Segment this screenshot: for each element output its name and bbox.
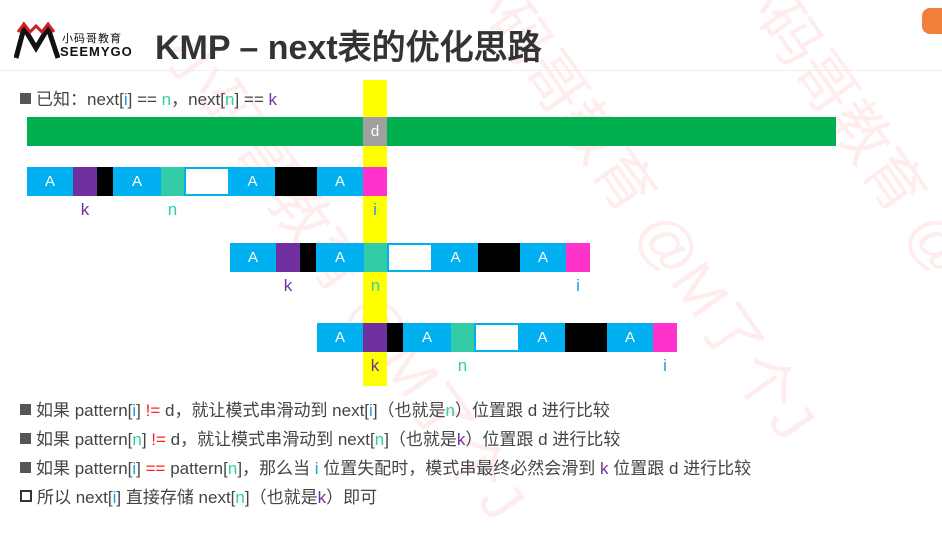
pattern-cell-A: A — [317, 167, 363, 196]
text: ]（也就是 — [372, 401, 446, 420]
pattern-cell-white — [474, 323, 520, 352]
text: ]，那么当 — [237, 459, 315, 478]
text: ] 直接存储 next[ — [116, 488, 236, 507]
label-n: n — [167, 200, 178, 219]
pattern-cell-white — [387, 243, 433, 272]
text: d，就让模式串滑动到 next[ — [160, 401, 370, 420]
pattern-cell-pink — [653, 323, 677, 352]
label-n: n — [457, 356, 468, 375]
text: ] == — [234, 90, 269, 109]
pattern-cell-purple — [73, 167, 97, 196]
text: != — [151, 430, 166, 449]
char-d: d — [363, 117, 387, 146]
label-i: i — [663, 356, 667, 375]
text: n — [227, 459, 238, 478]
pattern-cell-black — [97, 167, 113, 196]
bullet-icon — [20, 433, 31, 444]
text: ] — [141, 430, 152, 449]
pattern-cell-A: A — [607, 323, 653, 352]
text: ] — [136, 401, 146, 420]
pattern-cell-pink — [363, 167, 387, 196]
pattern-cell-black — [387, 323, 403, 352]
known-line: 已知：next[i] == n，next[n] == k — [20, 85, 277, 110]
text: 所以 next[ — [37, 488, 113, 507]
text: ）位置跟 d 进行比较 — [465, 430, 621, 449]
logo-m-icon — [13, 21, 61, 59]
text: ）即可 — [326, 488, 378, 507]
pattern-cell-black — [275, 167, 317, 196]
bullet-icon — [20, 93, 31, 104]
text: 已知：next[ — [36, 90, 124, 109]
divider — [0, 70, 942, 71]
label-i: i — [576, 276, 580, 295]
text: ] == — [127, 90, 162, 109]
text: 位置跟 d 进行比较 — [608, 459, 752, 478]
pattern-cell-A: A — [27, 167, 73, 196]
bullet-icon — [20, 404, 31, 415]
pattern-cell-purple — [363, 323, 387, 352]
pattern-cell-A: A — [433, 243, 478, 272]
text: n — [235, 488, 245, 507]
text: ）位置跟 d 进行比较 — [455, 401, 610, 420]
var-n: n — [161, 90, 172, 109]
text: k — [317, 488, 327, 507]
text: n — [445, 401, 456, 420]
pattern-cell-A: A — [520, 323, 565, 352]
logo-en: SEEMYGO — [60, 44, 133, 59]
var-k: k — [268, 90, 278, 109]
text: == — [145, 459, 166, 478]
pattern-cell-A: A — [230, 243, 276, 272]
pattern-cell-white — [184, 167, 230, 196]
text: n — [374, 430, 385, 449]
pattern-cell-A: A — [230, 167, 275, 196]
pattern-cell-A: A — [316, 243, 364, 272]
label-k: k — [283, 276, 293, 295]
pattern-cell-teal — [364, 243, 387, 272]
label-i: i — [373, 200, 377, 219]
text: k — [600, 459, 609, 478]
corner-badge-icon[interactable] — [922, 8, 942, 34]
pattern-cell-black — [478, 243, 520, 272]
text: pattern[ — [165, 459, 228, 478]
pattern-cell-A: A — [317, 323, 363, 352]
watermark: 小码哥教育 @M了个J — [711, 0, 942, 453]
pattern-cell-teal — [161, 167, 184, 196]
bullet-icon — [20, 490, 32, 502]
pattern-cell-pink — [566, 243, 590, 272]
pattern-cell-black — [565, 323, 607, 352]
page-title: KMP – next表的优化思路 — [155, 29, 542, 67]
pattern-cell-A: A — [403, 323, 451, 352]
text: ] — [136, 459, 146, 478]
pattern-cell-purple — [276, 243, 300, 272]
pattern-cell-A: A — [520, 243, 566, 272]
text: ]（也就是 — [384, 430, 457, 449]
logo: 小码哥教育 SEEMYGO — [13, 21, 134, 62]
bullet-item: 如果 pattern[i] == pattern[n]，那么当 i 位置失配时，… — [20, 454, 751, 479]
text: 如果 pattern[ — [36, 430, 133, 449]
text: 如果 pattern[ — [36, 459, 133, 478]
bullet-item: 所以 next[i] 直接存储 next[n]（也就是k）即可 — [20, 483, 377, 508]
text: 如果 pattern[ — [36, 401, 133, 420]
label-k: k — [80, 200, 90, 219]
bullet-icon — [20, 462, 31, 473]
text: d，就让模式串滑动到 next[ — [165, 430, 375, 449]
text: ]（也就是 — [244, 488, 318, 507]
text-string-bar — [27, 117, 836, 146]
label-k: k — [370, 356, 380, 375]
text: ，next[ — [171, 90, 225, 109]
text: n — [132, 430, 142, 449]
pattern-cell-A: A — [113, 167, 161, 196]
bullet-item: 如果 pattern[n] != d，就让模式串滑动到 next[n]（也就是k… — [20, 425, 620, 450]
label-n: n — [370, 276, 381, 295]
bullet-item: 如果 pattern[i] != d，就让模式串滑动到 next[i]（也就是n… — [20, 396, 610, 421]
text: 位置失配时，模式串最终必然会滑到 — [318, 459, 600, 478]
pattern-cell-black — [300, 243, 316, 272]
text: != — [145, 401, 161, 420]
pattern-cell-teal — [451, 323, 474, 352]
